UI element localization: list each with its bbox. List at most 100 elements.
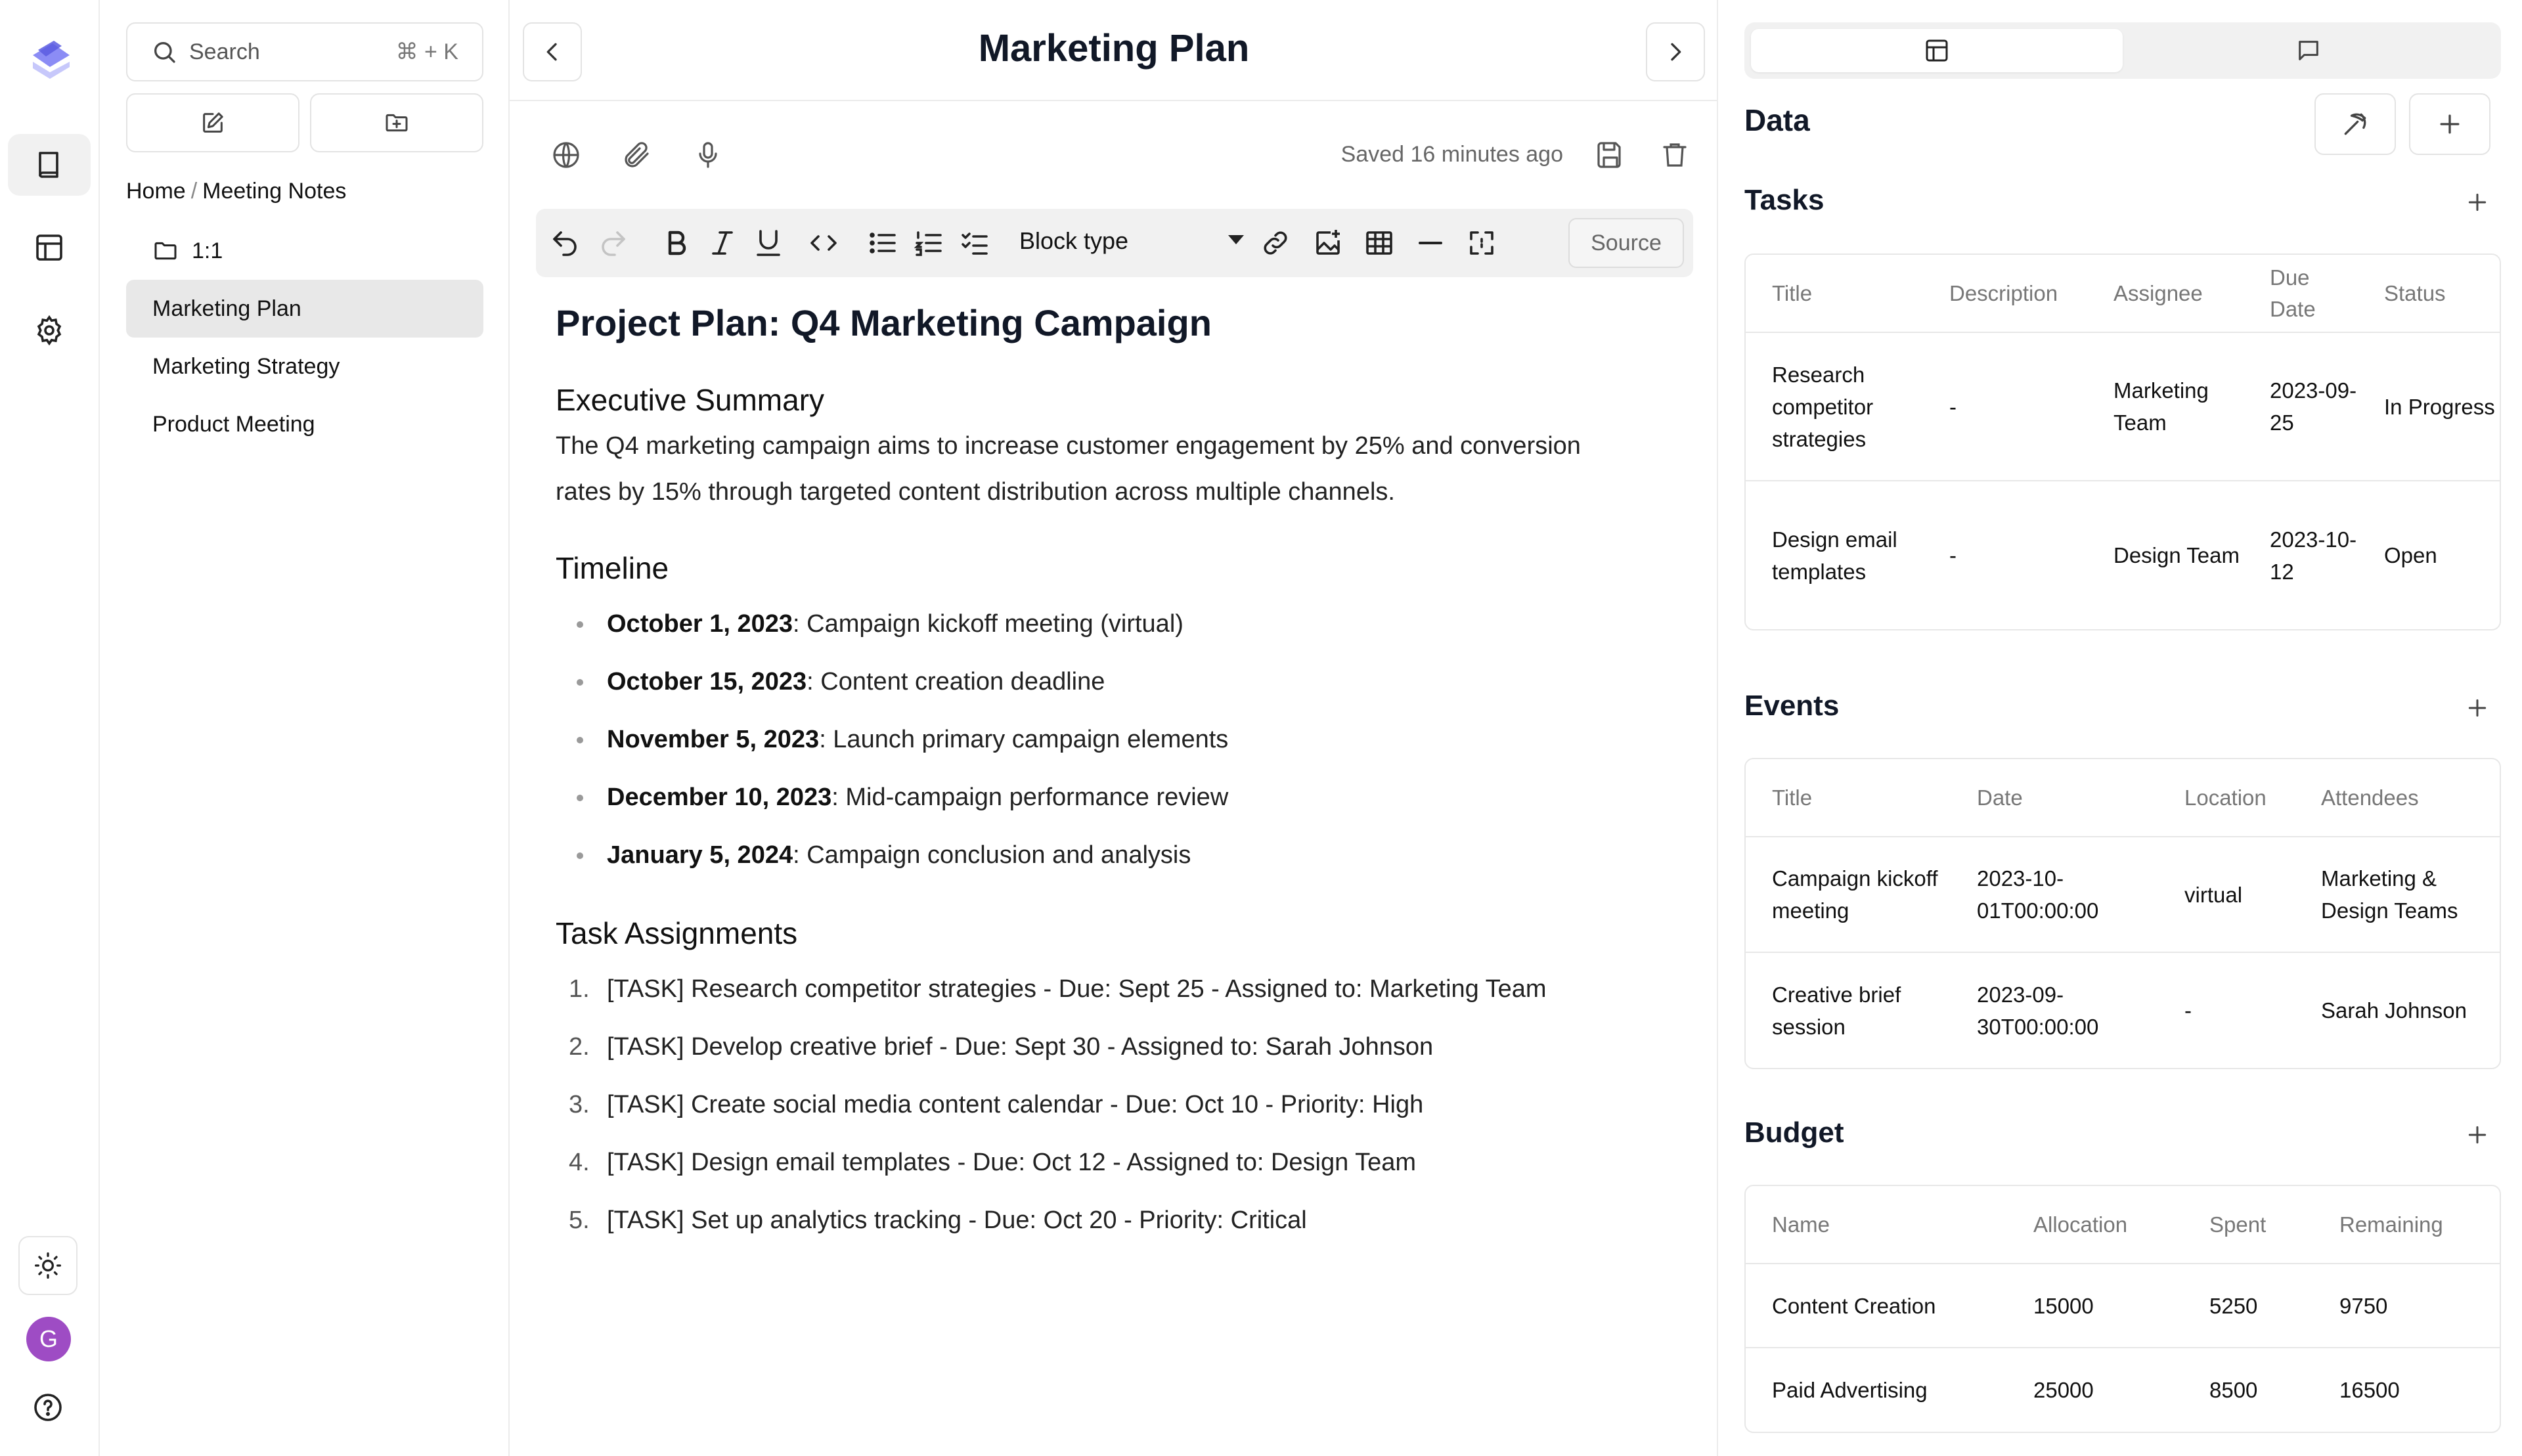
microphone-icon[interactable]	[692, 139, 724, 171]
add-data-button[interactable]	[2409, 93, 2490, 155]
table-insert-icon[interactable]	[1363, 227, 1395, 259]
document-content[interactable]: Project Plan: Q4 Marketing Campaign Exec…	[556, 297, 1685, 1249]
extract-button[interactable]	[2314, 93, 2396, 155]
code-icon[interactable]	[808, 227, 839, 259]
tables-nav-button[interactable]	[8, 217, 91, 278]
add-event-icon[interactable]	[2464, 695, 2490, 721]
trash-icon[interactable]	[1659, 139, 1691, 171]
editor-header: Marketing Plan	[510, 0, 1718, 101]
forward-button[interactable]	[1646, 22, 1705, 81]
column-header[interactable]: Title	[1746, 759, 1951, 837]
column-header[interactable]: Location	[2158, 759, 2295, 837]
column-header[interactable]: Allocation	[2007, 1186, 2183, 1264]
globe-icon[interactable]	[550, 139, 582, 171]
tab-data[interactable]	[1751, 29, 2123, 72]
task-text: [TASK] Research competitor strategies - …	[607, 975, 1547, 1003]
table-row[interactable]: Content Creation 15000 5250 9750	[1746, 1264, 2500, 1348]
help-button[interactable]	[18, 1378, 77, 1437]
bullet-list-icon[interactable]	[867, 227, 898, 259]
breadcrumb-separator: /	[190, 179, 198, 204]
undo-icon[interactable]	[549, 227, 581, 259]
doc-heading: Project Plan: Q4 Marketing Campaign	[556, 302, 1212, 343]
table-cell: Paid Advertising	[1772, 1378, 1928, 1402]
list-item: 1. [TASK] Research competitor strategies …	[556, 960, 1685, 1018]
user-avatar[interactable]: G	[26, 1317, 71, 1361]
table-row[interactable]: Campaign kickoff meeting 2023-10-01T00:0…	[1746, 837, 2500, 953]
bold-icon[interactable]	[661, 227, 692, 259]
add-budget-icon[interactable]	[2464, 1122, 2490, 1148]
checklist-icon[interactable]	[959, 227, 990, 259]
search-input[interactable]: Search ⌘ + K	[126, 22, 483, 81]
search-shortcut: ⌘ + K	[395, 39, 458, 64]
column-header[interactable]: Attendees	[2295, 759, 2500, 837]
column-header[interactable]: Assignee	[2087, 255, 2244, 333]
save-icon[interactable]	[1595, 139, 1626, 171]
table-cell: 2023-09-30T00:00:00	[1977, 982, 2099, 1039]
column-header[interactable]: Name	[1746, 1186, 2007, 1264]
column-header[interactable]: Due Date	[2244, 255, 2358, 333]
timeline-date: November 5, 2023	[607, 726, 820, 753]
settings-nav-button[interactable]	[8, 299, 91, 361]
panel-title: Data	[1744, 103, 1810, 137]
source-button[interactable]: Source	[1568, 218, 1684, 268]
list-number: 2.	[569, 1033, 590, 1061]
task-text: [TASK] Design email templates - Due: Oct…	[607, 1149, 1417, 1176]
underline-icon[interactable]	[753, 227, 784, 259]
block-type-select[interactable]: Block type	[1019, 227, 1128, 255]
chevron-down-icon[interactable]	[1228, 235, 1244, 244]
table-cell: 15000	[2007, 1264, 2183, 1348]
table-row[interactable]: Paid Advertising 25000 8500 16500	[1746, 1348, 2500, 1432]
numbered-list-icon[interactable]	[913, 227, 944, 259]
document-actions: Saved 16 minutes ago	[510, 101, 1718, 206]
table-row[interactable]: Design email templates - Design Team 202…	[1746, 481, 2500, 629]
tab-chat[interactable]	[2123, 29, 2494, 72]
pickaxe-icon	[2344, 113, 2366, 135]
list-item: November 5, 2023: Launch primary campaig…	[556, 711, 1685, 768]
link-icon[interactable]	[1260, 227, 1291, 259]
table-header-row: Name Allocation Spent Remaining	[1746, 1186, 2500, 1264]
folder-icon	[154, 242, 177, 260]
folder-item[interactable]: 1:1	[126, 222, 483, 280]
table-cell: Research competitor strategies	[1746, 332, 1923, 481]
new-folder-button[interactable]	[310, 93, 483, 152]
insert-image-icon[interactable]	[1312, 227, 1344, 259]
app-logo-icon[interactable]	[24, 33, 76, 85]
new-note-button[interactable]	[126, 93, 299, 152]
horizontal-rule-icon[interactable]	[1415, 227, 1446, 259]
table-row[interactable]: Creative brief session 2023-09-30T00:00:…	[1746, 952, 2500, 1068]
timeline-text: : Campaign kickoff meeting (virtual)	[793, 610, 1184, 638]
chevron-right-icon	[1671, 43, 1681, 61]
column-header[interactable]: Date	[1951, 759, 2158, 837]
search-icon	[154, 42, 175, 63]
note-item-marketing-plan[interactable]: Marketing Plan	[126, 280, 483, 338]
note-item-product-meeting[interactable]: Product Meeting	[126, 395, 483, 453]
column-header[interactable]: Status	[2358, 255, 2500, 333]
list-item: October 1, 2023: Campaign kickoff meetin…	[556, 595, 1685, 653]
breadcrumb-home[interactable]: Home	[126, 179, 186, 204]
paperclip-icon[interactable]	[621, 139, 653, 171]
redo-icon[interactable]	[598, 227, 629, 259]
notes-nav-button[interactable]	[8, 134, 91, 196]
breadcrumb: Home / Meeting Notes	[126, 179, 346, 204]
data-panel: Data Tasks Title Description Assignee Du…	[1718, 0, 2522, 1456]
tasks-table: Title Description Assignee Due Date Stat…	[1744, 254, 2501, 630]
table-row[interactable]: Research competitor strategies - Marketi…	[1746, 332, 2500, 481]
add-task-icon[interactable]	[2464, 189, 2490, 215]
theme-toggle-button[interactable]	[18, 1236, 77, 1295]
column-header[interactable]: Description	[1923, 255, 2087, 333]
task-text: [TASK] Set up analytics tracking - Due: …	[607, 1206, 1307, 1234]
list-number: 4.	[569, 1149, 590, 1176]
gear-icon	[37, 315, 62, 346]
column-header[interactable]: Title	[1746, 255, 1923, 333]
book-icon	[39, 152, 58, 178]
italic-icon[interactable]	[707, 227, 738, 259]
events-table: Title Date Location Attendees Campaign k…	[1744, 758, 2501, 1069]
breadcrumb-current[interactable]: Meeting Notes	[202, 179, 346, 204]
timeline-list: October 1, 2023: Campaign kickoff meetin…	[556, 595, 1685, 884]
column-header[interactable]: Spent	[2183, 1186, 2313, 1264]
task-text: [TASK] Develop creative brief - Due: Sep…	[607, 1033, 1434, 1061]
column-header[interactable]: Remaining	[2313, 1186, 2500, 1264]
list-number: 1.	[569, 975, 590, 1003]
fullscreen-icon[interactable]	[1466, 227, 1497, 259]
note-item-marketing-strategy[interactable]: Marketing Strategy	[126, 338, 483, 395]
